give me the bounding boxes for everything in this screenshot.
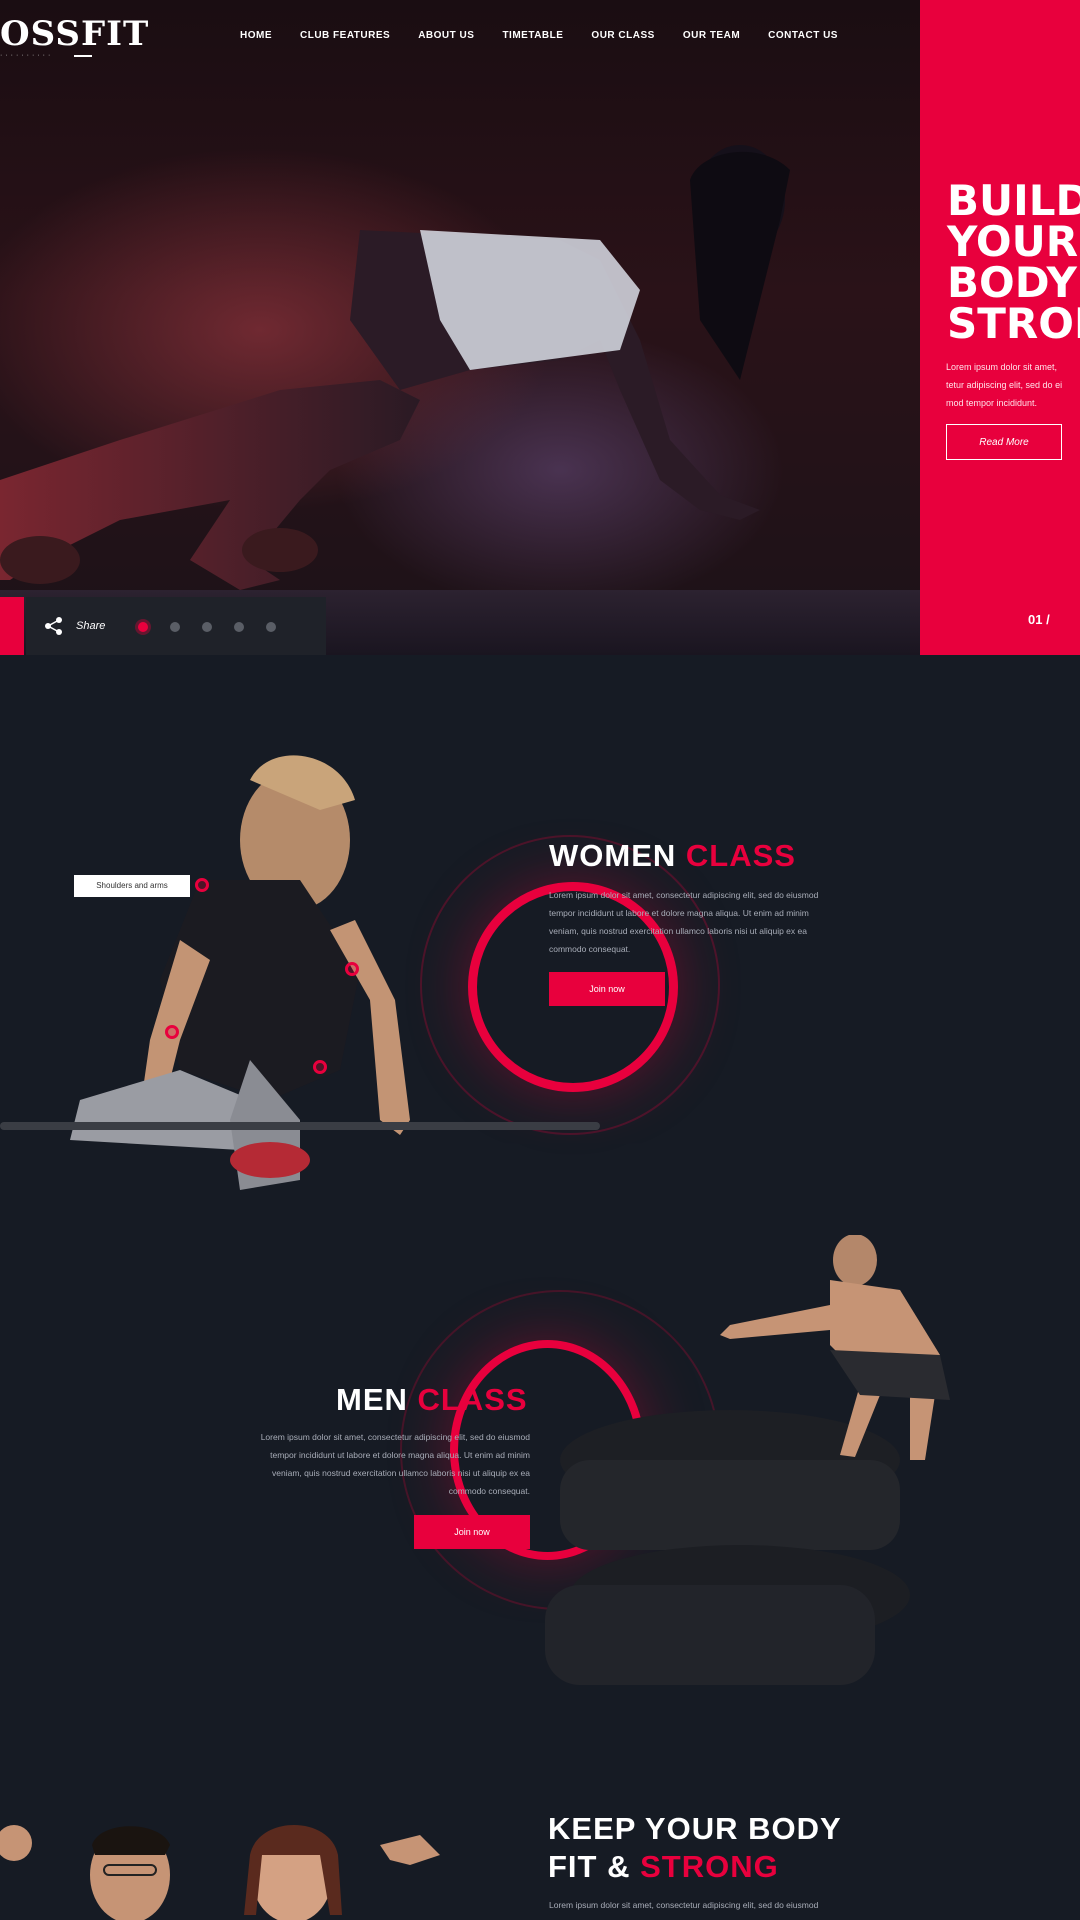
- nav-our-team[interactable]: OUR TEAM: [683, 30, 740, 41]
- logo-tagline: ··········: [0, 52, 54, 59]
- nav-timetable[interactable]: TIMETABLE: [502, 30, 563, 41]
- hero-title-line: STRON: [947, 299, 1080, 348]
- hotspot-tooltip: Shoulders and arms: [74, 875, 190, 897]
- slider-dot[interactable]: [138, 622, 148, 632]
- share-label[interactable]: Share: [76, 620, 105, 632]
- men-class-title: MEN CLASS: [336, 1382, 528, 1418]
- women-title-accent: CLASS: [685, 838, 796, 873]
- hotspot-shoulder[interactable]: [195, 878, 209, 892]
- team-photo: [0, 1825, 440, 1920]
- hotspot-arm[interactable]: [345, 962, 359, 976]
- hero-athlete-image: [0, 145, 790, 590]
- read-more-button[interactable]: Read More: [946, 424, 1062, 460]
- slider-dot[interactable]: [202, 622, 212, 632]
- women-title-plain: WOMEN: [549, 838, 677, 873]
- slider-accent-block: [0, 597, 24, 655]
- hero-title: BUILD YOUR BODY STRON: [947, 176, 1080, 348]
- hero-title-line: BODY: [947, 258, 1077, 307]
- slider-dots: [138, 622, 276, 632]
- hero-title-line: BUILD: [947, 176, 1080, 225]
- keep-fit-description: Lorem ipsum dolor sit amet, consectetur …: [549, 1900, 819, 1910]
- keep-fit-title: KEEP YOUR BODY FIT & STRONG: [548, 1810, 842, 1886]
- hero-section: OSSFIT ·········· HOME CLUB FEATURES ABO…: [0, 0, 1080, 655]
- women-class-title: WOMEN CLASS: [549, 838, 796, 874]
- nav-about-us[interactable]: ABOUT US: [418, 30, 474, 41]
- page: OSSFIT ·········· HOME CLUB FEATURES ABO…: [0, 0, 1080, 1920]
- men-title-plain: MEN: [336, 1382, 408, 1417]
- women-join-button[interactable]: Join now: [549, 972, 665, 1006]
- logo-arrow-icon: [74, 55, 92, 57]
- hero-title-line: YOUR: [947, 217, 1079, 266]
- slider-dot[interactable]: [266, 622, 276, 632]
- nav-our-class[interactable]: OUR CLASS: [591, 30, 654, 41]
- share-icon[interactable]: [44, 616, 64, 636]
- main-nav: HOME CLUB FEATURES ABOUT US TIMETABLE OU…: [240, 30, 838, 41]
- nav-club-features[interactable]: CLUB FEATURES: [300, 30, 390, 41]
- men-join-button[interactable]: Join now: [414, 1515, 530, 1549]
- nav-contact-us[interactable]: CONTACT US: [768, 30, 838, 41]
- keep-title-accent: STRONG: [640, 1849, 779, 1884]
- women-class-description: Lorem ipsum dolor sit amet, consectetur …: [549, 890, 819, 954]
- slider-dot[interactable]: [170, 622, 180, 632]
- men-title-accent: CLASS: [417, 1382, 528, 1417]
- logo[interactable]: OSSFIT: [0, 14, 149, 54]
- keep-title-line-1: KEEP YOUR BODY: [548, 1811, 842, 1846]
- keep-title-line-2: FIT & STRONG: [548, 1848, 842, 1886]
- hero-description: Lorem ipsum dolor sit amet, tetur adipis…: [946, 362, 1063, 408]
- women-athlete-image: [0, 755, 600, 1190]
- keep-title-plain: FIT &: [548, 1849, 631, 1884]
- men-class-description: Lorem ipsum dolor sit amet, consectetur …: [260, 1432, 530, 1496]
- slider-dot[interactable]: [234, 622, 244, 632]
- men-athlete-image: [545, 1235, 950, 1685]
- slide-counter: 01 /: [1028, 612, 1050, 627]
- hotspot-hip[interactable]: [165, 1025, 179, 1039]
- hotspot-knee[interactable]: [313, 1060, 327, 1074]
- nav-home[interactable]: HOME: [240, 30, 272, 41]
